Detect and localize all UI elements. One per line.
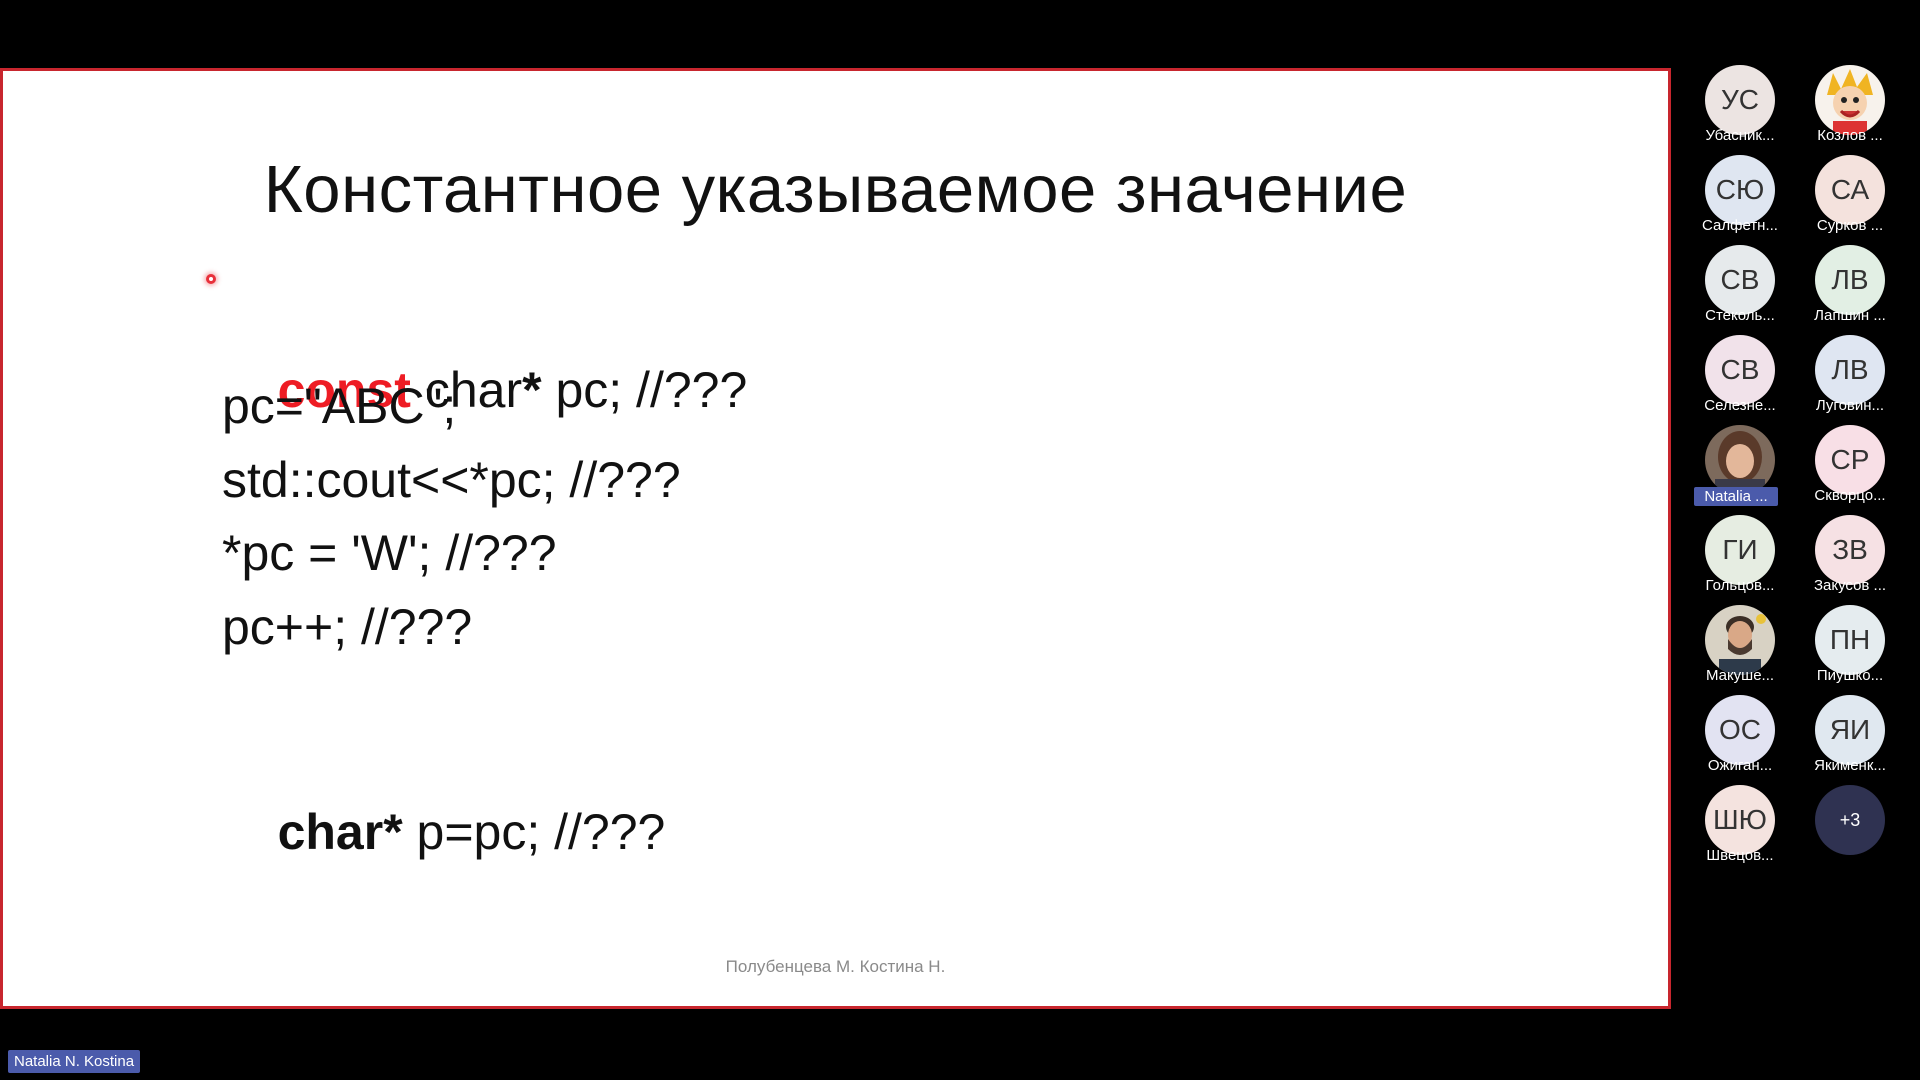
participant-tile[interactable]: СЮ Салфетн... xyxy=(1690,150,1790,250)
avatar: СР xyxy=(1815,425,1885,495)
participant-tile[interactable]: СР Скворцо... xyxy=(1800,420,1900,520)
code-asterisk: * xyxy=(522,362,542,418)
code-text: p=pc; //??? xyxy=(402,804,666,860)
avatar: ПН xyxy=(1815,605,1885,675)
presentation-slide: Константное указываемое значение const c… xyxy=(0,68,1671,1009)
participant-tile[interactable]: СА Сурков ... xyxy=(1800,150,1900,250)
participant-name: Козлов ... xyxy=(1817,127,1883,144)
man-photo xyxy=(1705,605,1775,675)
participant-tile[interactable]: ЗВ Закусов ... xyxy=(1800,510,1900,610)
avatar: ОС xyxy=(1705,695,1775,765)
code-line-3: std::cout<<*pc; //??? xyxy=(222,452,681,508)
avatar: ШЮ xyxy=(1705,785,1775,855)
avatar: СВ xyxy=(1705,245,1775,315)
participant-tile[interactable]: Козлов ... xyxy=(1800,60,1900,160)
code-line-6: char* p=pc; //??? xyxy=(222,745,666,919)
participant-tile[interactable]: Макуше... xyxy=(1690,600,1790,700)
participant-tile[interactable]: ГИ Гольцов... xyxy=(1690,510,1790,610)
participant-tile[interactable]: ШЮ Швецов... xyxy=(1690,780,1790,880)
more-participants-button[interactable]: +3 xyxy=(1800,780,1900,880)
participant-name: Якименк... xyxy=(1814,757,1886,774)
participant-name: Закусов ... xyxy=(1813,577,1887,594)
participant-name: Лапшин ... xyxy=(1814,307,1886,324)
avatar: СЮ xyxy=(1705,155,1775,225)
code-line-4: *pc = 'W'; //??? xyxy=(222,525,557,581)
participant-name: Швецов... xyxy=(1706,847,1774,864)
participant-panel: УС Убасник... Козлов ... СЮ Салфетн... СА С… xyxy=(1690,60,1920,1020)
code-line-2: pc="ABC"; xyxy=(222,378,457,434)
participant-name: Макуше... xyxy=(1705,667,1775,684)
more-participants-count: +3 xyxy=(1815,785,1885,855)
avatar: ГИ xyxy=(1705,515,1775,585)
code-line-5: pc++; //??? xyxy=(222,599,473,655)
participant-name: Natalia ... xyxy=(1694,487,1778,506)
participant-tile[interactable]: ЛВ Лапшин ... xyxy=(1800,240,1900,340)
slide-title: Константное указываемое значение xyxy=(263,152,1408,227)
participant-tile[interactable]: СВ Стеколь... xyxy=(1690,240,1790,340)
code-text: pc; //??? xyxy=(541,362,748,418)
participant-name: Стеколь... xyxy=(1705,307,1775,324)
participant-name: Сурков ... xyxy=(1816,217,1884,234)
speaker-name-label: Natalia N. Kostina xyxy=(8,1050,141,1073)
participant-name: Салфетн... xyxy=(1702,217,1778,234)
avatar: ЛВ xyxy=(1815,245,1885,315)
participant-tile[interactable]: УС Убасник... xyxy=(1690,60,1790,160)
participant-name: Селезне... xyxy=(1704,397,1776,414)
avatar: СВ xyxy=(1705,335,1775,405)
participant-tile[interactable]: ЛВ Луговин... xyxy=(1800,330,1900,430)
participant-tile[interactable]: ЯИ Якименк... xyxy=(1800,690,1900,790)
participant-name: Пиушко... xyxy=(1816,667,1884,684)
avatar: ЗВ xyxy=(1815,515,1885,585)
woman-photo xyxy=(1705,425,1775,495)
participant-tile-active-speaker[interactable]: Natalia ... xyxy=(1690,420,1790,520)
participant-tile[interactable]: ОС Ожиган... xyxy=(1690,690,1790,790)
slide-footer: Полубенцева М. Костина Н. xyxy=(725,957,946,976)
participant-name: Убасник... xyxy=(1705,127,1775,144)
laser-pointer-dot xyxy=(206,274,216,284)
participant-name: Скворцо... xyxy=(1814,487,1886,504)
participant-name: Луговин... xyxy=(1815,397,1885,414)
avatar: УС xyxy=(1705,65,1775,135)
code-keyword-char: char* xyxy=(277,804,403,860)
participant-name: Гольцов... xyxy=(1705,577,1775,594)
avatar: СА xyxy=(1815,155,1885,225)
avatar: ЛВ xyxy=(1815,335,1885,405)
participant-name: Ожиган... xyxy=(1707,757,1773,774)
participant-tile[interactable]: СВ Селезне... xyxy=(1690,330,1790,430)
cartoon-avatar-photo xyxy=(1815,65,1885,135)
participant-tile[interactable]: ПН Пиушко... xyxy=(1800,600,1900,700)
avatar: ЯИ xyxy=(1815,695,1885,765)
